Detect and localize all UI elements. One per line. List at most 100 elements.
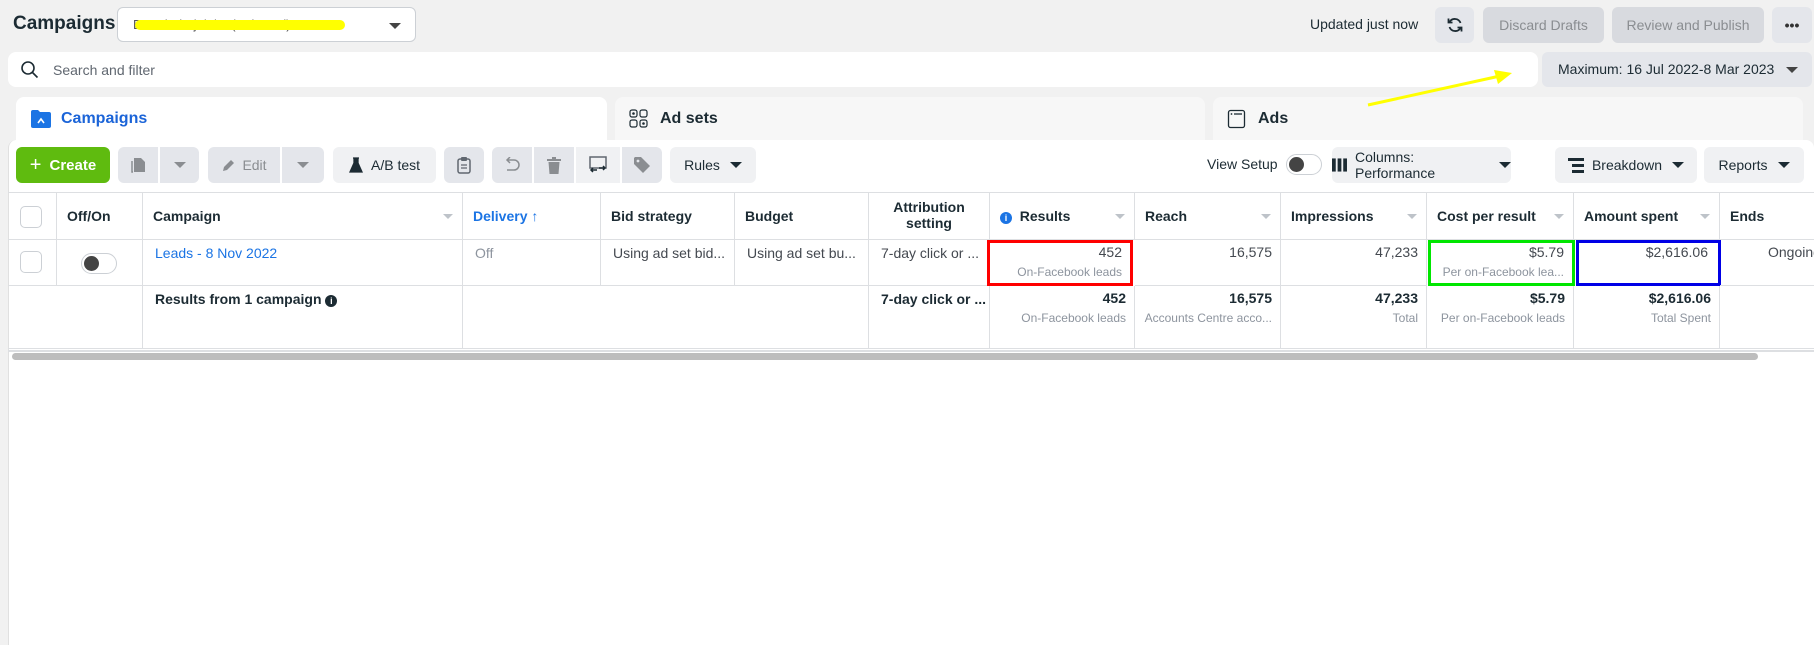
- ends-value: Ongoing: [1768, 244, 1814, 260]
- totals-cost-per-result-sub: Per on-Facebook leads: [1440, 311, 1565, 325]
- edit-button[interactable]: Edit: [208, 147, 280, 183]
- info-icon[interactable]: i: [1000, 212, 1012, 224]
- edit-label: Edit: [242, 157, 267, 173]
- trash-icon: [547, 156, 561, 174]
- totals-row: [8, 286, 143, 349]
- breakdown-label: Breakdown: [1591, 157, 1663, 173]
- chevron-down-icon: [1786, 67, 1798, 73]
- chevron-down-icon: [729, 162, 742, 168]
- ab-test-label: A/B test: [370, 157, 421, 173]
- horizontal-scrollbar[interactable]: [12, 353, 1758, 360]
- tab-campaigns[interactable]: Campaigns: [16, 97, 607, 142]
- duplicate-button[interactable]: [118, 147, 158, 183]
- columns-icon: [1332, 158, 1347, 172]
- search-bar: [8, 52, 1538, 87]
- updated-status: Updated just now: [1310, 16, 1419, 32]
- tag-icon: [634, 157, 650, 173]
- column-header-delivery[interactable]: Delivery ↑: [463, 192, 601, 240]
- date-range-label: Maximum: 16 Jul 2022-8 Mar 2023: [1558, 61, 1775, 77]
- column-header-campaign[interactable]: Campaign: [143, 192, 463, 240]
- budget-value: Using ad set bu...: [747, 245, 856, 261]
- sort-caret-icon: [443, 214, 453, 219]
- sort-caret-icon: [1700, 214, 1710, 219]
- search-input[interactable]: [53, 52, 1453, 87]
- columns-dropdown[interactable]: Columns: Performance: [1332, 147, 1511, 183]
- review-and-publish-button[interactable]: Review and Publish: [1612, 7, 1764, 43]
- date-range-picker[interactable]: Maximum: 16 Jul 2022-8 Mar 2023: [1542, 52, 1812, 87]
- flask-icon: [348, 157, 363, 173]
- toggle-knob: [84, 256, 99, 271]
- column-header-cost-per-result[interactable]: Cost per result: [1427, 192, 1574, 240]
- view-setup-toggle[interactable]: [1286, 154, 1322, 175]
- column-header-bid-strategy[interactable]: Bid strategy: [601, 192, 735, 240]
- column-header-budget[interactable]: Budget: [735, 192, 869, 240]
- annotation-arrow: [1367, 70, 1512, 107]
- edit-dropdown-button[interactable]: [282, 147, 324, 183]
- totals-cost-per-result: $5.79: [1529, 290, 1565, 306]
- reports-label: Reports: [1718, 157, 1768, 173]
- cost-per-result-value: $5.79: [1528, 244, 1564, 260]
- totals-amount-spent: $2,616.06: [1648, 290, 1711, 306]
- chevron-down-icon: [1499, 162, 1511, 168]
- refresh-button[interactable]: [1435, 7, 1474, 43]
- duplicate-dropdown-button[interactable]: [160, 147, 199, 183]
- duplicate-icon: [131, 158, 145, 173]
- more-options-button[interactable]: •••: [1772, 7, 1812, 43]
- delete-button[interactable]: [534, 147, 574, 183]
- row-checkbox[interactable]: [20, 251, 42, 273]
- tab-label: Campaigns: [61, 110, 148, 127]
- compare-button[interactable]: [576, 147, 620, 183]
- column-header-attribution[interactable]: Attribution setting: [869, 192, 990, 240]
- column-header-impressions[interactable]: Impressions: [1281, 192, 1427, 240]
- rules-dropdown[interactable]: Rules: [670, 147, 756, 183]
- tag-button[interactable]: [622, 147, 662, 183]
- folder-icon: [31, 110, 51, 128]
- select-all-checkbox[interactable]: [20, 206, 42, 228]
- create-button[interactable]: + Create: [16, 147, 110, 183]
- campaign-on-off-toggle[interactable]: [81, 253, 117, 274]
- cost-per-result-cell-highlighted: $5.79 Per on-Facebook lea...: [1428, 240, 1575, 286]
- reports-dropdown[interactable]: Reports: [1704, 147, 1804, 183]
- ad-account-selector[interactable]: BM Shahajalal 2 (redacted): [117, 7, 416, 42]
- pencil-icon: [223, 159, 235, 171]
- clipboard-button[interactable]: [444, 147, 484, 183]
- column-header-off-on[interactable]: Off/On: [57, 192, 143, 240]
- amount-spent-cell-highlighted: $2,616.06: [1576, 240, 1721, 286]
- create-label: Create: [49, 156, 97, 174]
- totals-impressions: 47,233: [1375, 290, 1418, 306]
- sort-caret-icon: [1115, 214, 1125, 219]
- info-icon[interactable]: i: [325, 295, 338, 307]
- undo-icon: [505, 157, 520, 171]
- search-icon: [21, 61, 39, 79]
- impressions-value: 47,233: [1375, 244, 1418, 260]
- chevron-down-icon: [297, 162, 309, 168]
- delivery-status: Off: [475, 245, 494, 261]
- refresh-icon: [1447, 18, 1462, 32]
- discard-drafts-button[interactable]: Discard Drafts: [1483, 7, 1604, 43]
- tab-label: Ads: [1258, 110, 1289, 127]
- totals-reach: 16,575: [1229, 290, 1272, 306]
- results-value: 452: [1098, 244, 1122, 260]
- campaign-name-link[interactable]: Leads - 8 Nov 2022: [155, 245, 277, 261]
- undo-button[interactable]: [492, 147, 532, 183]
- swap-icon: [589, 156, 607, 173]
- breakdown-dropdown[interactable]: Breakdown: [1555, 147, 1697, 183]
- totals-label: Results from 1 campaign: [155, 291, 322, 307]
- totals-impressions-sub: Total: [1392, 311, 1418, 325]
- totals-results: 452: [1102, 290, 1126, 306]
- amount-spent-value: $2,616.06: [1645, 244, 1708, 260]
- column-header-results[interactable]: i Results: [990, 192, 1135, 240]
- results-subtext: On-Facebook leads: [1017, 265, 1122, 279]
- breakdown-icon: [1567, 157, 1584, 173]
- sort-caret-icon: [1407, 214, 1417, 219]
- chevron-down-icon: [1777, 162, 1790, 168]
- totals-amount-spent-sub: Total Spent: [1650, 311, 1711, 325]
- ab-test-button[interactable]: A/B test: [333, 147, 436, 183]
- column-header-reach[interactable]: Reach: [1135, 192, 1281, 240]
- column-header-amount-spent[interactable]: Amount spent: [1574, 192, 1720, 240]
- bid-strategy-value: Using ad set bid...: [613, 245, 726, 261]
- clipboard-icon: [457, 157, 471, 174]
- tab-ad-sets[interactable]: Ad sets: [615, 97, 1205, 142]
- column-header-ends[interactable]: Ends: [1720, 192, 1814, 240]
- columns-label: Columns: Performance: [1354, 149, 1436, 181]
